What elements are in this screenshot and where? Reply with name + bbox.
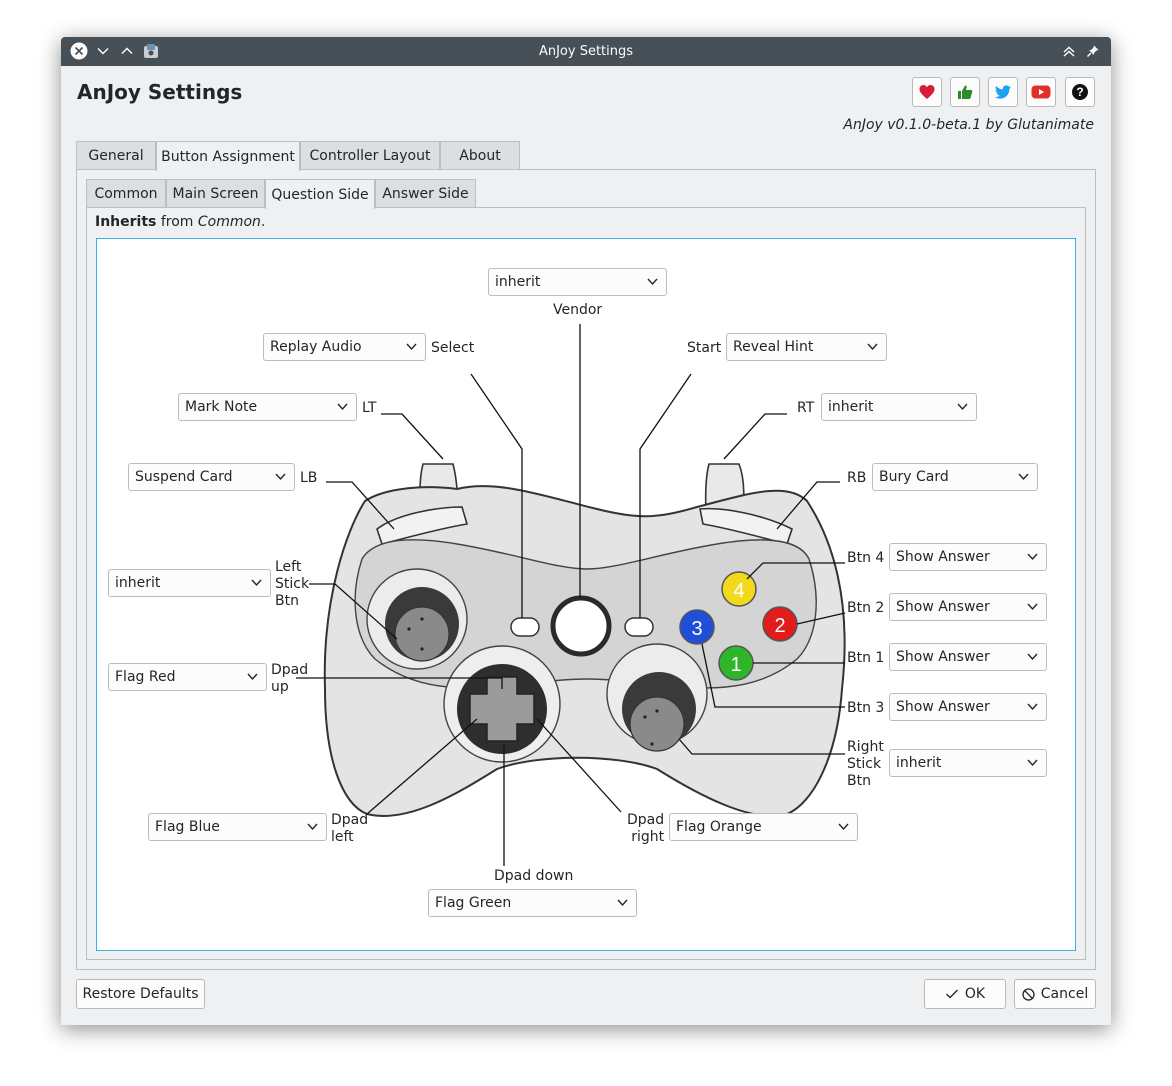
btn1-select[interactable]: Show Answer [889,643,1047,671]
select-button-shape [510,617,540,637]
youtube-icon[interactable] [1026,77,1056,107]
settings-window: AnJoy Settings AnJoy Settings ? AnJoy v0… [61,37,1111,1025]
heart-icon[interactable] [912,77,942,107]
right-stick [629,696,685,752]
lt-label: LT [362,400,377,416]
select-select[interactable]: Replay Audio [263,333,426,361]
rt-select[interactable]: inherit [821,393,977,421]
lb-select[interactable]: Suspend Card [128,463,295,491]
window-title: AnJoy Settings [538,44,634,59]
btn4-number: 4 [733,580,744,602]
controller-canvas: 4 2 3 1 inherit Replay Audio Reveal Hint… [96,238,1076,951]
btn3-number: 3 [691,618,702,640]
rb-label: RB [847,470,867,486]
start-label: Start [687,340,722,356]
left-stick-label: Left Stick Btn [275,559,310,609]
left-stick-select[interactable]: inherit [108,569,271,597]
dpad-left-select[interactable]: Flag Blue [148,813,327,841]
subtab-common[interactable]: Common [86,179,166,207]
subtab-main-screen[interactable]: Main Screen [166,179,265,207]
vendor-button-shape [550,595,612,657]
dpad-down-label: Dpad down [494,868,574,884]
dpad-right-label: Dpad right [627,812,665,845]
rt-label: RT [797,400,815,416]
lt-select[interactable]: Mark Note [178,393,357,421]
btn4-label: Btn 4 [847,550,885,566]
pin-icon[interactable] [1084,42,1102,60]
twitter-icon[interactable] [988,77,1018,107]
dpad-up-label: Dpad up [271,662,309,695]
btn2-label: Btn 2 [847,600,885,616]
subtab-question-side[interactable]: Question Side [265,179,375,209]
thumbs-up-icon[interactable] [950,77,980,107]
cancel-button[interactable]: Cancel [1014,979,1096,1009]
dpad-up-select[interactable]: Flag Red [108,663,267,691]
select-label: Select [431,340,475,356]
vendor-label: Vendor [553,302,603,318]
dpad-left-label: Dpad left [331,812,369,845]
btn2-number: 2 [774,615,785,637]
tab-about[interactable]: About [440,141,520,169]
check-icon [945,989,958,999]
btn3-label: Btn 3 [847,700,885,716]
cancel-icon [1022,987,1035,1001]
start-button-shape [624,617,654,637]
btn4-select[interactable]: Show Answer [889,543,1047,571]
controller-body: 4 2 3 1 [323,463,846,817]
tab-general[interactable]: General [76,141,156,169]
ok-button[interactable]: OK [924,979,1006,1009]
btn1-label: Btn 1 [847,650,885,666]
restore-defaults-button[interactable]: Restore Defaults [76,979,205,1009]
right-stick-label: Right Stick Btn [847,739,884,789]
help-icon[interactable]: ? [1065,77,1095,107]
tab-controller-layout[interactable]: Controller Layout [300,141,440,169]
title-bar: AnJoy Settings [61,37,1111,66]
btn2-select[interactable]: Show Answer [889,593,1047,621]
start-select[interactable]: Reveal Hint [726,333,887,361]
dpad-right-select[interactable]: Flag Orange [669,813,858,841]
version-label: AnJoy v0.1.0-beta.1 by Glutanimate [843,117,1094,133]
vendor-select[interactable]: inherit [488,268,667,296]
rb-select[interactable]: Bury Card [872,463,1038,491]
page-title: AnJoy Settings [77,80,243,104]
svg-text:?: ? [1076,85,1083,99]
btn1-number: 1 [730,654,741,676]
lb-label: LB [300,470,318,486]
tab-button-assignment[interactable]: Button Assignment [156,141,300,171]
right-stick-select[interactable]: inherit [889,749,1047,777]
btn3-select[interactable]: Show Answer [889,693,1047,721]
inherits-label: Inherits from Common. [95,214,266,230]
left-stick [394,606,450,662]
keep-above-icon[interactable] [1060,42,1078,60]
dpad-down-select[interactable]: Flag Green [428,889,637,917]
subtab-answer-side[interactable]: Answer Side [375,179,476,207]
